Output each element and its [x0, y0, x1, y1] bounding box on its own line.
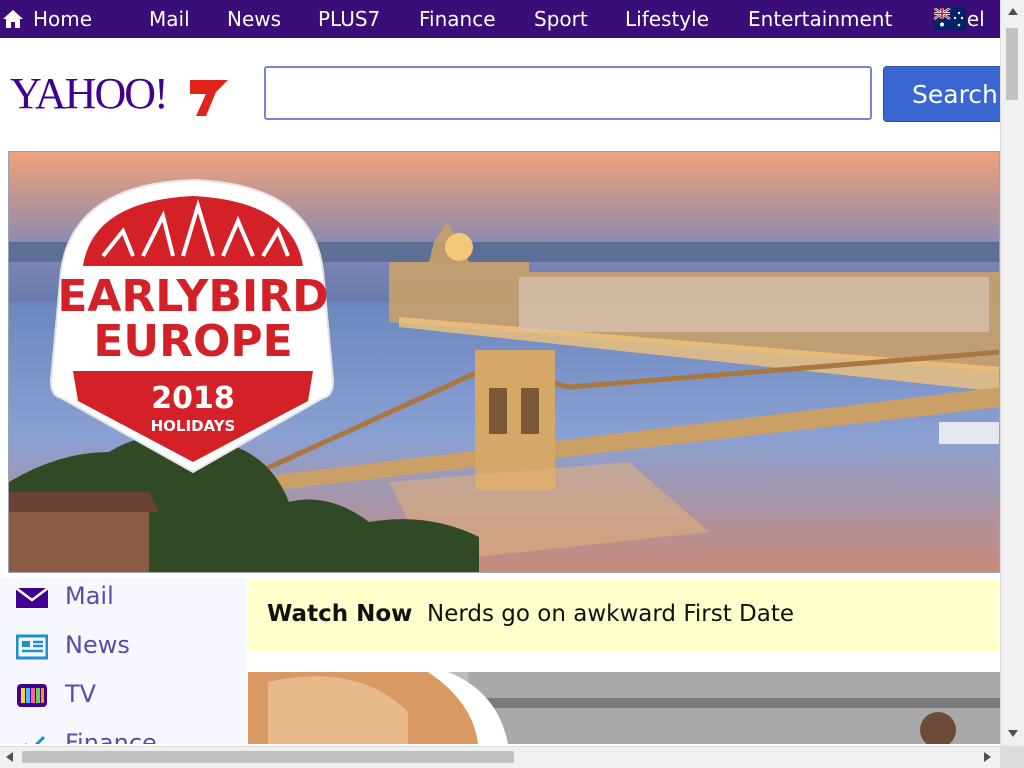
- video-thumbnail[interactable]: [248, 672, 1000, 744]
- scroll-left-icon[interactable]: [6, 752, 13, 762]
- badge-line1: EARLYBIRD: [57, 271, 328, 322]
- search-input[interactable]: [264, 66, 872, 120]
- video-thumbnail-image: [248, 672, 1000, 744]
- scroll-up-icon[interactable]: [1008, 8, 1018, 15]
- sidebar-item-finance[interactable]: Finance: [0, 725, 246, 744]
- badge-sub: HOLIDAYS: [151, 417, 236, 435]
- vertical-scrollbar[interactable]: [1000, 0, 1024, 746]
- sidebar-item-mail[interactable]: Mail: [0, 578, 246, 624]
- nav-finance-link[interactable]: Finance: [419, 0, 496, 38]
- seven-mark-icon: [190, 80, 228, 116]
- nav-plus7-link[interactable]: PLUS7: [318, 0, 380, 38]
- nav-entertainment-link[interactable]: Entertainment: [748, 0, 892, 38]
- watch-now-headline[interactable]: Nerds go on awkward First Date: [427, 601, 794, 627]
- australia-flag-icon[interactable]: [934, 8, 966, 30]
- sidebar: Mail News TV Finance: [0, 578, 246, 744]
- yahoo7-logo[interactable]: YAHOO!: [10, 66, 235, 122]
- nav-lifestyle-link[interactable]: Lifestyle: [625, 0, 709, 38]
- watch-now-title: Watch Now: [267, 601, 413, 627]
- sidebar-item-label: News: [65, 631, 130, 659]
- sidebar-item-news[interactable]: News: [0, 627, 246, 673]
- vertical-scroll-thumb[interactable]: [1006, 28, 1018, 100]
- nav-home-link[interactable]: Home: [33, 0, 92, 38]
- hero-banner[interactable]: EARLYBIRD EUROPE 2018 HOLIDAYS: [8, 151, 1000, 573]
- sidebar-item-label: Finance: [65, 729, 157, 744]
- scroll-right-icon[interactable]: [984, 752, 991, 762]
- sidebar-item-tv[interactable]: TV: [0, 676, 246, 722]
- search-button[interactable]: Search: [883, 66, 1013, 122]
- scroll-down-icon[interactable]: [1008, 730, 1018, 737]
- mail-icon: [16, 587, 48, 608]
- nav-news-link[interactable]: News: [227, 0, 281, 38]
- nav-sport-link[interactable]: Sport: [534, 0, 588, 38]
- finance-icon: [24, 735, 46, 744]
- sidebar-item-label: Mail: [65, 582, 114, 610]
- badge-line2: EUROPE: [93, 316, 292, 367]
- scrollbar-corner: [1000, 746, 1024, 768]
- horizontal-scrollbar[interactable]: [0, 746, 1000, 768]
- home-icon[interactable]: [2, 8, 24, 30]
- top-navigation-bar: Home Mail News PLUS7 Finance Sport Lifes…: [0, 0, 1000, 38]
- news-icon: [16, 634, 48, 660]
- sidebar-item-label: TV: [65, 680, 97, 708]
- horizontal-scroll-thumb[interactable]: [22, 751, 514, 763]
- tv-icon: [17, 684, 47, 707]
- nav-mail-link[interactable]: Mail: [149, 0, 190, 38]
- earlybird-europe-badge: EARLYBIRD EUROPE 2018 HOLIDAYS: [49, 178, 335, 474]
- badge-year: 2018: [151, 381, 235, 416]
- logo-text: YAHOO!: [10, 69, 167, 118]
- watch-now-banner[interactable]: Watch Now Nerds go on awkward First Date: [247, 579, 1000, 651]
